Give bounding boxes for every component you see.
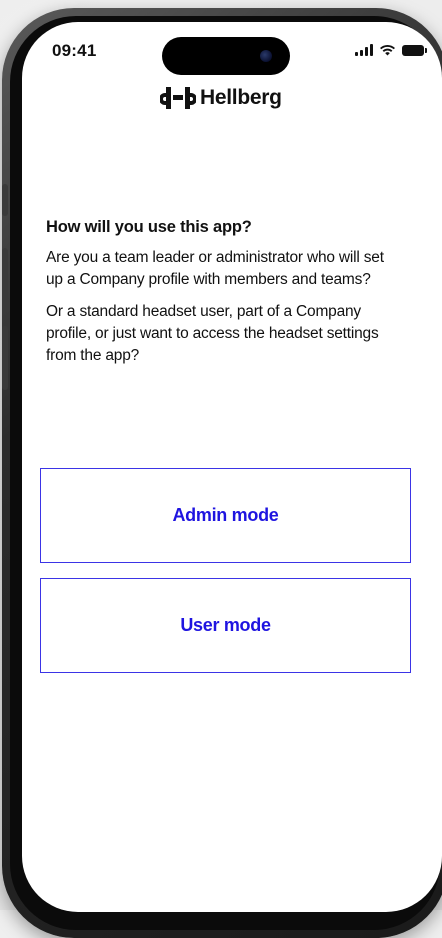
- user-description: Or a standard headset user, part of a Co…: [46, 303, 379, 364]
- status-icons: [355, 44, 427, 56]
- brand-name: Hellberg: [200, 86, 282, 109]
- volume-down-button: [2, 326, 8, 390]
- camera-icon: [260, 50, 272, 62]
- page-title: How will you use this app?: [46, 218, 252, 236]
- brand-logo: Hellberg: [160, 86, 282, 110]
- cellular-signal-icon: [355, 44, 373, 56]
- volume-up-button: [2, 248, 8, 312]
- admin-description: Are you a team leader or administrator w…: [46, 249, 384, 288]
- hellberg-logo-icon: [160, 87, 196, 109]
- user-mode-button[interactable]: User mode: [40, 578, 411, 673]
- wifi-icon: [380, 44, 395, 56]
- status-time: 09:41: [52, 41, 97, 60]
- onboarding-content: How will you use this app? Are you a tea…: [46, 218, 402, 377]
- action-button: [2, 184, 8, 216]
- battery-icon: [402, 45, 427, 56]
- dynamic-island: [162, 37, 290, 75]
- admin-mode-button[interactable]: Admin mode: [40, 468, 411, 563]
- app-screen: 09:41 Hellberg How will you use this app…: [22, 22, 442, 912]
